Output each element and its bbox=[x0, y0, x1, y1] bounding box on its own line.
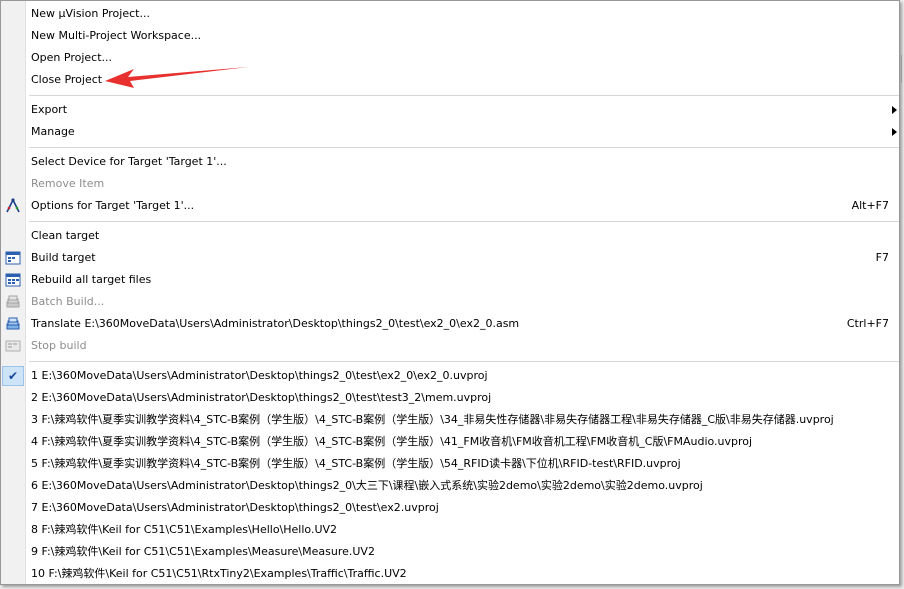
build-icon bbox=[5, 251, 21, 265]
submenu-arrow-icon bbox=[892, 128, 897, 136]
menu-item-shortcut: F7 bbox=[875, 251, 889, 264]
menu-separator bbox=[29, 95, 899, 96]
menu-item-label: 6 E:\360MoveData\Users\Administrator\Des… bbox=[31, 479, 703, 492]
target-options-icon bbox=[6, 198, 20, 213]
recent-project-item[interactable]: 7 E:\360MoveData\Users\Administrator\Des… bbox=[25, 497, 899, 519]
menu-item-label: Manage bbox=[31, 125, 75, 138]
menu-item-stop-build: Stop build bbox=[25, 335, 899, 357]
recent-project-item[interactable]: 9 F:\辣鸡软件\Keil for C51\C51\Examples\Meas… bbox=[25, 541, 899, 563]
menu-item-label: Export bbox=[31, 103, 68, 116]
menu-item-export[interactable]: Export bbox=[25, 99, 899, 121]
menu-item-label: 5 F:\辣鸡软件\夏季实训教学资料\4_STC-B案例（学生版）\4_STC-… bbox=[31, 457, 681, 470]
menu-item-label: Build target bbox=[31, 251, 96, 264]
recent-project-item[interactable]: 6 E:\360MoveData\Users\Administrator\Des… bbox=[25, 475, 899, 497]
menu-separator bbox=[29, 221, 899, 222]
menu-item-rebuild-all[interactable]: Rebuild all target files bbox=[25, 269, 899, 291]
translate-icon bbox=[6, 317, 20, 330]
batch-build-icon bbox=[6, 295, 20, 308]
menu-item-label: Open Project... bbox=[31, 51, 113, 64]
menu-item-label: New µVision Project... bbox=[31, 7, 150, 20]
recent-project-item[interactable]: 2 E:\360MoveData\Users\Administrator\Des… bbox=[25, 387, 899, 409]
menu-item-batch-build: Batch Build... bbox=[25, 291, 899, 313]
recent-project-item[interactable]: 4 F:\辣鸡软件\夏季实训教学资料\4_STC-B案例（学生版）\4_STC-… bbox=[25, 431, 899, 453]
recent-project-item[interactable]: 10 F:\辣鸡软件\Keil for C51\C51\RtxTiny2\Exa… bbox=[25, 563, 899, 585]
menu-item-shortcut: Ctrl+F7 bbox=[846, 317, 889, 330]
checkmark-icon: ✔ bbox=[2, 366, 24, 386]
stop-build-icon bbox=[5, 340, 21, 352]
menu-item-shortcut: Alt+F7 bbox=[851, 199, 889, 212]
menu-item-label: 3 F:\辣鸡软件\夏季实训教学资料\4_STC-B案例（学生版）\4_STC-… bbox=[31, 413, 834, 426]
red-arrow-annotation-icon bbox=[105, 67, 248, 88]
menu-item-label: 7 E:\360MoveData\Users\Administrator\Des… bbox=[31, 501, 439, 514]
menu-separator bbox=[29, 361, 899, 362]
menu-item-label: Clean target bbox=[31, 229, 100, 242]
menu-item-label: 10 F:\辣鸡软件\Keil for C51\C51\RtxTiny2\Exa… bbox=[31, 567, 407, 580]
menu-item-label: 1 E:\360MoveData\Users\Administrator\Des… bbox=[31, 369, 488, 382]
menu-item-clean-target[interactable]: Clean target bbox=[25, 225, 899, 247]
menu-item-build-target[interactable]: Build target F7 bbox=[25, 247, 899, 269]
menu-separator bbox=[29, 147, 899, 148]
menu-item-label: New Multi-Project Workspace... bbox=[31, 29, 202, 42]
menu-item-new-multi-project-workspace[interactable]: New Multi-Project Workspace... bbox=[25, 25, 899, 47]
file-menu: New µVision Project... New Multi-Project… bbox=[0, 0, 900, 585]
recent-project-item[interactable]: 3 F:\辣鸡软件\夏季实训教学资料\4_STC-B案例（学生版）\4_STC-… bbox=[25, 409, 899, 431]
menu-item-label: 9 F:\辣鸡软件\Keil for C51\C51\Examples\Meas… bbox=[31, 545, 375, 558]
rebuild-icon bbox=[5, 273, 21, 287]
menu-item-remove-item: Remove Item bbox=[25, 173, 899, 195]
recent-project-item[interactable]: 1 E:\360MoveData\Users\Administrator\Des… bbox=[25, 365, 899, 387]
menu-item-select-device[interactable]: Select Device for Target 'Target 1'... bbox=[25, 151, 899, 173]
menu-item-label: Rebuild all target files bbox=[31, 273, 152, 286]
menu-item-label: 8 F:\辣鸡软件\Keil for C51\C51\Examples\Hell… bbox=[31, 523, 338, 536]
submenu-arrow-icon bbox=[892, 106, 897, 114]
menu-item-label: Translate E:\360MoveData\Users\Administr… bbox=[31, 317, 520, 330]
menu-item-label: Remove Item bbox=[31, 177, 105, 190]
menu-item-label: Close Project bbox=[31, 73, 103, 86]
menu-item-label: Options for Target 'Target 1'... bbox=[31, 199, 195, 212]
menu-item-label: Select Device for Target 'Target 1'... bbox=[31, 155, 227, 168]
menu-item-label: Batch Build... bbox=[31, 295, 105, 308]
menu-item-options-for-target[interactable]: Options for Target 'Target 1'... Alt+F7 bbox=[25, 195, 899, 217]
menu-item-label: Stop build bbox=[31, 339, 87, 352]
menu-item-translate[interactable]: Translate E:\360MoveData\Users\Administr… bbox=[25, 313, 899, 335]
recent-project-item[interactable]: 5 F:\辣鸡软件\夏季实训教学资料\4_STC-B案例（学生版）\4_STC-… bbox=[25, 453, 899, 475]
menu-item-manage[interactable]: Manage bbox=[25, 121, 899, 143]
recent-project-item[interactable]: 8 F:\辣鸡软件\Keil for C51\C51\Examples\Hell… bbox=[25, 519, 899, 541]
menu-item-label: 2 E:\360MoveData\Users\Administrator\Des… bbox=[31, 391, 492, 404]
menu-item-new-uvision-project[interactable]: New µVision Project... bbox=[25, 3, 899, 25]
menu-item-label: 4 F:\辣鸡软件\夏季实训教学资料\4_STC-B案例（学生版）\4_STC-… bbox=[31, 435, 753, 448]
